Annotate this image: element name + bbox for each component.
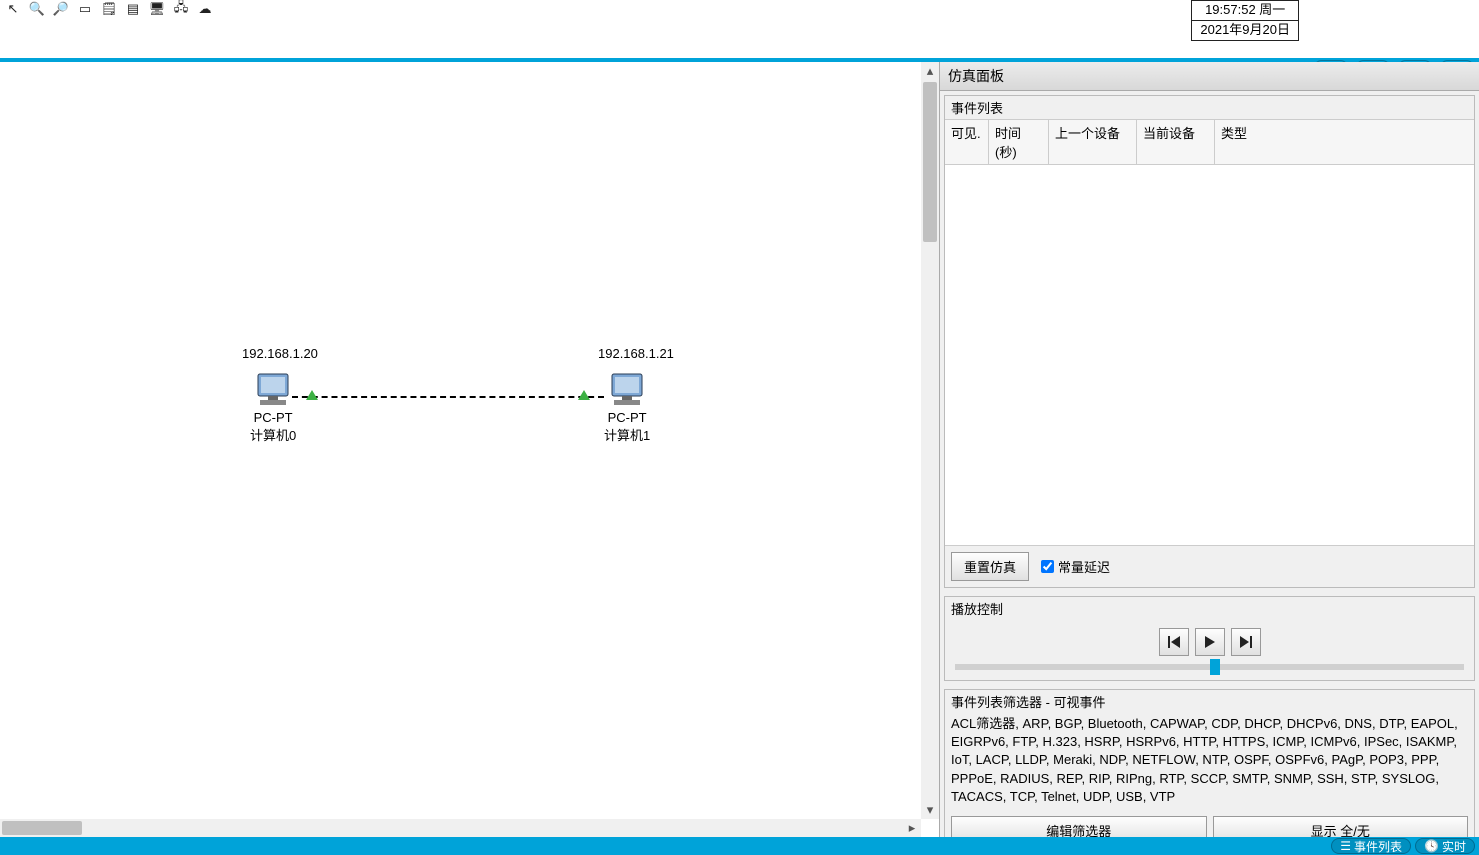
main-area: 192.168.1.20 192.168.1.21 PC-PT 计算机0 bbox=[0, 62, 1479, 837]
topology-canvas-wrap: 192.168.1.20 192.168.1.21 PC-PT 计算机0 bbox=[0, 62, 939, 837]
event-table-header: 可见. 时间(秒) 上一个设备 当前设备 类型 bbox=[945, 119, 1474, 165]
scroll-right-icon[interactable]: ▸ bbox=[903, 819, 921, 837]
pc0-ip-label[interactable]: 192.168.1.20 bbox=[242, 346, 318, 361]
col-time[interactable]: 时间(秒) bbox=[989, 120, 1049, 164]
canvas-v-scrollbar[interactable]: ▴ ▾ bbox=[921, 62, 939, 819]
link-pc0-pc1[interactable] bbox=[292, 396, 604, 398]
list-icon: ☰ bbox=[1340, 839, 1351, 853]
col-curr-device[interactable]: 当前设备 bbox=[1137, 120, 1215, 164]
step-back-button[interactable] bbox=[1159, 628, 1189, 656]
col-prev-device[interactable]: 上一个设备 bbox=[1049, 120, 1137, 164]
clock-icon: 🕓 bbox=[1424, 839, 1439, 853]
device-icon[interactable]: 🖥 bbox=[148, 0, 166, 18]
pc1-type: PC-PT bbox=[604, 410, 650, 425]
pc0-name: 计算机0 bbox=[250, 425, 296, 444]
realtime-label: 实时 bbox=[1442, 838, 1466, 855]
pc0-type: PC-PT bbox=[250, 410, 296, 425]
port-status-pc0 bbox=[306, 390, 318, 400]
network-icon[interactable]: 🖧 bbox=[172, 0, 190, 18]
h-scroll-thumb[interactable] bbox=[2, 821, 82, 835]
event-list-title: 事件列表 bbox=[945, 96, 1474, 119]
col-type[interactable]: 类型 bbox=[1215, 120, 1474, 164]
pc1-ip-label[interactable]: 192.168.1.21 bbox=[598, 346, 674, 361]
v-scroll-thumb[interactable] bbox=[923, 82, 937, 242]
const-delay-checkbox[interactable]: 常量延迟 bbox=[1041, 557, 1110, 576]
step-forward-button[interactable] bbox=[1231, 628, 1261, 656]
scroll-up-icon[interactable]: ▴ bbox=[921, 62, 939, 80]
const-delay-label: 常量延迟 bbox=[1058, 557, 1110, 576]
zoom-in-icon[interactable]: 🔍 bbox=[28, 0, 46, 18]
pc1-name: 计算机1 bbox=[604, 425, 650, 444]
zoom-out-icon[interactable]: 🔎 bbox=[52, 0, 70, 18]
pc-icon bbox=[254, 372, 292, 408]
device-pc1[interactable]: PC-PT 计算机1 bbox=[604, 372, 650, 444]
filter-protocol-list: ACL筛选器, ARP, BGP, Bluetooth, CAPWAP, CDP… bbox=[945, 713, 1474, 812]
device-pc0[interactable]: PC-PT 计算机0 bbox=[250, 372, 296, 444]
realtime-toggle[interactable]: 🕓 实时 bbox=[1415, 838, 1475, 854]
event-list-group: 事件列表 可见. 时间(秒) 上一个设备 当前设备 类型 重置仿真 常量延迟 bbox=[944, 95, 1475, 588]
const-delay-input[interactable] bbox=[1041, 560, 1054, 573]
sim-panel-title: 仿真面板 bbox=[940, 62, 1479, 91]
arrow-icon[interactable]: ↖ bbox=[4, 0, 22, 18]
clock-widget: 19:57:52 周一 2021年9月20日 bbox=[1191, 0, 1299, 41]
clock-time: 19:57:52 周一 bbox=[1192, 1, 1298, 21]
scroll-down-icon[interactable]: ▾ bbox=[921, 801, 939, 819]
cloud-icon[interactable]: ☁ bbox=[196, 0, 214, 18]
fit-icon[interactable]: ▭ bbox=[76, 0, 94, 18]
event-list-label: 事件列表 bbox=[1354, 838, 1402, 855]
port-status-pc1 bbox=[578, 390, 590, 400]
filter-title: 事件列表筛选器 - 可视事件 bbox=[945, 690, 1474, 713]
play-control-group: 播放控制 bbox=[944, 596, 1475, 681]
topology-canvas[interactable]: 192.168.1.20 192.168.1.21 PC-PT 计算机0 bbox=[0, 62, 939, 837]
simulation-panel: 仿真面板 事件列表 可见. 时间(秒) 上一个设备 当前设备 类型 重置仿真 常… bbox=[939, 62, 1479, 837]
status-bar: ☰ 事件列表 🕓 实时 bbox=[0, 837, 1479, 855]
col-visible[interactable]: 可见. bbox=[945, 120, 989, 164]
speed-slider[interactable] bbox=[955, 664, 1464, 670]
play-button[interactable] bbox=[1195, 628, 1225, 656]
event-list-toggle[interactable]: ☰ 事件列表 bbox=[1331, 838, 1411, 854]
pc-icon bbox=[608, 372, 646, 408]
reset-row: 重置仿真 常量延迟 bbox=[945, 545, 1474, 587]
note-icon[interactable]: 🗒 bbox=[100, 0, 118, 18]
clock-date: 2021年9月20日 bbox=[1192, 21, 1298, 40]
speed-slider-thumb[interactable] bbox=[1210, 659, 1220, 675]
list-icon[interactable]: ▤ bbox=[124, 0, 142, 18]
play-control-title: 播放控制 bbox=[945, 597, 1474, 620]
event-table-body[interactable] bbox=[945, 165, 1474, 545]
filter-group: 事件列表筛选器 - 可视事件 ACL筛选器, ARP, BGP, Bluetoo… bbox=[944, 689, 1475, 852]
reset-sim-button[interactable]: 重置仿真 bbox=[951, 552, 1029, 581]
canvas-h-scrollbar[interactable]: ▸ bbox=[0, 819, 921, 837]
